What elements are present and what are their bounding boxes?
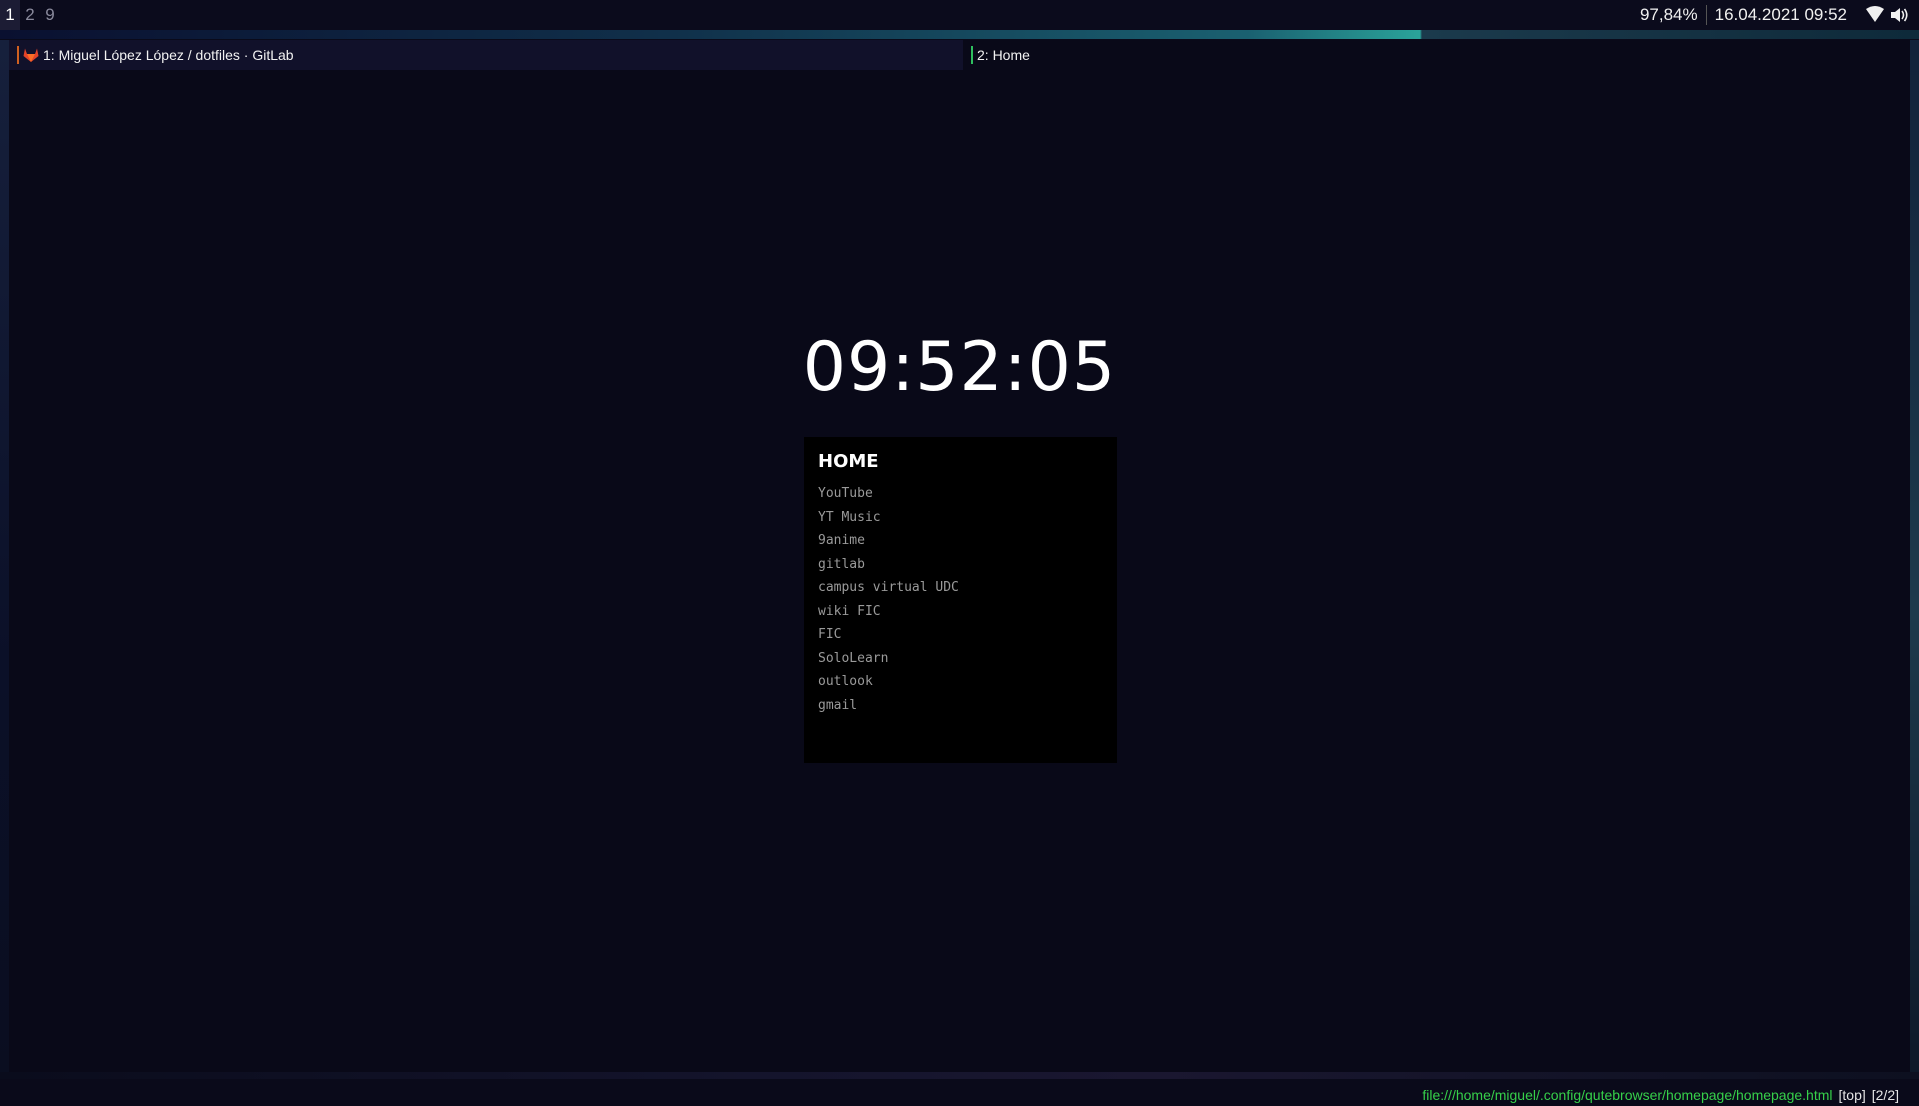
tab-indicator [17, 46, 19, 64]
link-yt-music[interactable]: YT Music [818, 506, 1103, 530]
clock: 09:52:05 [802, 328, 1117, 407]
volume-icon[interactable] [1889, 6, 1909, 24]
link-wiki-fic[interactable]: wiki FIC [818, 600, 1103, 624]
link-9anime[interactable]: 9anime [818, 529, 1103, 553]
tab-index: [2/2] [1871, 1087, 1899, 1103]
workspace-2[interactable]: 2 [20, 0, 40, 30]
workspace-1[interactable]: 1 [0, 0, 20, 30]
gitlab-icon [23, 48, 39, 62]
link-youtube[interactable]: YouTube [818, 482, 1103, 506]
battery-level: 97,84% [1640, 5, 1707, 25]
link-gmail[interactable]: gmail [818, 694, 1103, 718]
home-title: HOME [818, 451, 879, 472]
link-outlook[interactable]: outlook [818, 670, 1103, 694]
browser-status-bar: file:///home/miguel/.config/qutebrowser/… [1422, 1084, 1899, 1106]
date-time: 16.04.2021 09:52 [1714, 5, 1847, 24]
system-top-bar: 1 2 9 97,84% 16.04.2021 09:52 [0, 0, 1919, 30]
link-sololearn[interactable]: SoloLearn [818, 647, 1103, 671]
link-fic[interactable]: FIC [818, 623, 1103, 647]
browser-window: 1: Miguel López López / dotfiles · GitLa… [9, 40, 1910, 1103]
scroll-position: [top] [1838, 1087, 1866, 1103]
system-tray: 97,84% 16.04.2021 09:52 [1640, 0, 1909, 30]
tab-bar: 1: Miguel López López / dotfiles · GitLa… [9, 40, 1910, 70]
top-accent-bar [0, 30, 1919, 39]
tab-indicator [971, 46, 973, 64]
home-panel: HOME YouTube YT Music 9anime gitlab camp… [804, 437, 1117, 763]
wallpaper-left-edge [0, 40, 9, 1079]
link-gitlab[interactable]: gitlab [818, 553, 1103, 577]
tab-home[interactable]: 2: Home [963, 40, 1910, 70]
wallpaper-right-edge [1910, 40, 1919, 1079]
bookmark-list: YouTube YT Music 9anime gitlab campus vi… [818, 482, 1103, 717]
tab-label: 2: Home [977, 47, 1030, 63]
status-url: file:///home/miguel/.config/qutebrowser/… [1422, 1087, 1833, 1103]
wallpaper-bottom-edge [0, 1072, 1919, 1079]
link-campus-virtual[interactable]: campus virtual UDC [818, 576, 1103, 600]
wifi-icon[interactable] [1865, 6, 1885, 24]
tab-label: 1: Miguel López López / dotfiles · GitLa… [43, 47, 294, 63]
workspace-9[interactable]: 9 [40, 0, 60, 30]
tab-gitlab[interactable]: 1: Miguel López López / dotfiles · GitLa… [9, 40, 963, 70]
workspace-switcher: 1 2 9 [0, 0, 60, 30]
